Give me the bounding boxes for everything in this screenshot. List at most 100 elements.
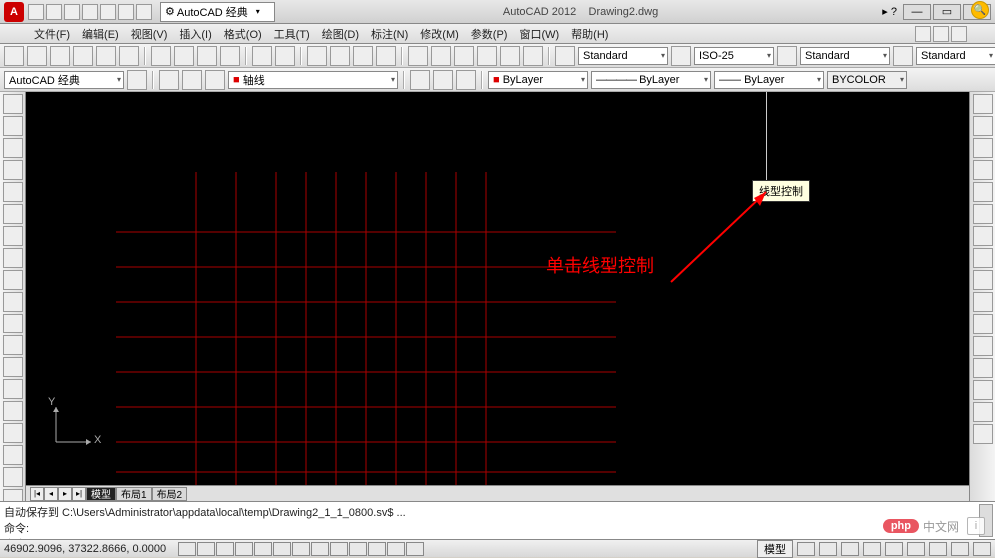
mirror-tool-icon[interactable] (973, 138, 993, 158)
tab-next-icon[interactable]: ▸ (58, 487, 72, 501)
array-tool-icon[interactable] (973, 182, 993, 202)
undo-icon[interactable] (118, 4, 134, 20)
linetype-dropdown[interactable]: ———— ByLayer (591, 71, 711, 89)
workspace2-dropdown[interactable]: AutoCAD 经典 (4, 71, 124, 89)
design-center-icon[interactable] (431, 46, 451, 66)
break-tool-icon[interactable] (973, 336, 993, 356)
text-icon[interactable] (893, 46, 913, 66)
join-tool-icon[interactable] (973, 358, 993, 378)
pan-icon[interactable] (307, 46, 327, 66)
search-icon[interactable]: 🔍 (971, 1, 989, 19)
saveas-icon[interactable] (82, 4, 98, 20)
3dosnap-toggle-icon[interactable] (273, 542, 291, 556)
cut-icon[interactable] (151, 46, 171, 66)
region-tool-icon[interactable] (3, 445, 23, 465)
move-tool-icon[interactable] (973, 204, 993, 224)
drawing-canvas[interactable]: 线型控制 单击线型控制 X Y (26, 92, 969, 485)
fillet-tool-icon[interactable] (973, 402, 993, 422)
menu-edit[interactable]: 编辑(E) (76, 24, 125, 44)
save-file-icon[interactable] (50, 46, 70, 66)
copy-icon[interactable] (174, 46, 194, 66)
trim-tool-icon[interactable] (973, 292, 993, 312)
dim-style-dropdown[interactable]: Standard (578, 47, 668, 65)
snap-toggle-icon[interactable] (178, 542, 196, 556)
isolate-icon[interactable] (951, 542, 969, 556)
preview-icon[interactable] (96, 46, 116, 66)
plotstyle-dropdown[interactable]: BYCOLOR (827, 71, 907, 89)
stretch-tool-icon[interactable] (973, 270, 993, 290)
dim-iso-dropdown[interactable]: ISO-25 (694, 47, 774, 65)
rotate-tool-icon[interactable] (973, 226, 993, 246)
toolbar-lock-icon[interactable] (907, 542, 925, 556)
tab-last-icon[interactable]: ▸| (72, 487, 86, 501)
tab-prev-icon[interactable]: ◂ (44, 487, 58, 501)
annovis-icon[interactable] (863, 542, 881, 556)
minimize-button[interactable]: — (903, 4, 931, 20)
hardware-icon[interactable] (929, 542, 947, 556)
layer-prop-icon[interactable] (159, 70, 179, 90)
extend-tool-icon[interactable] (973, 314, 993, 334)
tool-palette-icon[interactable] (454, 46, 474, 66)
new-icon[interactable] (28, 4, 44, 20)
paste-icon[interactable] (197, 46, 217, 66)
layer-prev-icon[interactable] (433, 70, 453, 90)
menu-modify[interactable]: 修改(M) (414, 24, 465, 44)
tab-first-icon[interactable]: |◂ (30, 487, 44, 501)
block-tool-icon[interactable] (3, 357, 23, 377)
menu-draw[interactable]: 绘图(D) (316, 24, 365, 44)
redo2-icon[interactable] (275, 46, 295, 66)
publish-icon[interactable] (119, 46, 139, 66)
point-tool-icon[interactable] (3, 379, 23, 399)
chamfer-tool-icon[interactable] (973, 380, 993, 400)
model-button[interactable]: 模型 (757, 540, 793, 558)
new-file-icon[interactable] (4, 46, 24, 66)
menu-help[interactable]: 帮助(H) (565, 24, 614, 44)
ortho-toggle-icon[interactable] (216, 542, 234, 556)
line-tool-icon[interactable] (3, 94, 23, 114)
polyline-tool-icon[interactable] (3, 138, 23, 158)
app-logo-icon[interactable]: A (4, 2, 24, 22)
menu-insert[interactable]: 插入(I) (173, 24, 217, 44)
spline-tool-icon[interactable] (3, 270, 23, 290)
zoom-prev-icon[interactable] (376, 46, 396, 66)
workspace-dropdown[interactable]: ⚙ AutoCAD 经典 ▾ (160, 2, 275, 22)
cleanscreen-icon[interactable] (973, 542, 991, 556)
table-style-dropdown[interactable]: Standard (800, 47, 890, 65)
polygon-tool-icon[interactable] (3, 160, 23, 180)
menu-file[interactable]: 文件(F) (28, 24, 76, 44)
hatch-tool-icon[interactable] (3, 401, 23, 421)
grid-toggle-icon[interactable] (197, 542, 215, 556)
tab-layout2[interactable]: 布局2 (152, 487, 188, 501)
circle-tool-icon[interactable] (3, 226, 23, 246)
copy-tool-icon[interactable] (973, 116, 993, 136)
menu-tools[interactable]: 工具(T) (268, 24, 316, 44)
dim2-icon[interactable] (671, 46, 691, 66)
doc-minimize-icon[interactable] (915, 26, 931, 42)
print-icon[interactable] (100, 4, 116, 20)
rectangle-tool-icon[interactable] (3, 182, 23, 202)
tab-model[interactable]: 模型 (86, 487, 116, 501)
text-style-dropdown[interactable]: Standard (916, 47, 995, 65)
dim-icon[interactable] (555, 46, 575, 66)
ellipsearc-tool-icon[interactable] (3, 314, 23, 334)
ellipse-tool-icon[interactable] (3, 292, 23, 312)
dyn-toggle-icon[interactable] (330, 542, 348, 556)
gradient-tool-icon[interactable] (3, 423, 23, 443)
menu-dimension[interactable]: 标注(N) (365, 24, 414, 44)
osnap-toggle-icon[interactable] (254, 542, 272, 556)
zoom-icon[interactable] (330, 46, 350, 66)
sheetset-icon[interactable] (477, 46, 497, 66)
menu-window[interactable]: 窗口(W) (513, 24, 565, 44)
explode-tool-icon[interactable] (973, 424, 993, 444)
scale-tool-icon[interactable] (973, 248, 993, 268)
markup-icon[interactable] (500, 46, 520, 66)
erase-tool-icon[interactable] (973, 94, 993, 114)
offset-tool-icon[interactable] (973, 160, 993, 180)
annoscale-icon[interactable] (841, 542, 859, 556)
menu-format[interactable]: 格式(O) (218, 24, 268, 44)
qp-toggle-icon[interactable] (387, 542, 405, 556)
ducs-toggle-icon[interactable] (311, 542, 329, 556)
open-icon[interactable] (46, 4, 62, 20)
layer-make-icon[interactable] (410, 70, 430, 90)
properties-icon[interactable] (408, 46, 428, 66)
